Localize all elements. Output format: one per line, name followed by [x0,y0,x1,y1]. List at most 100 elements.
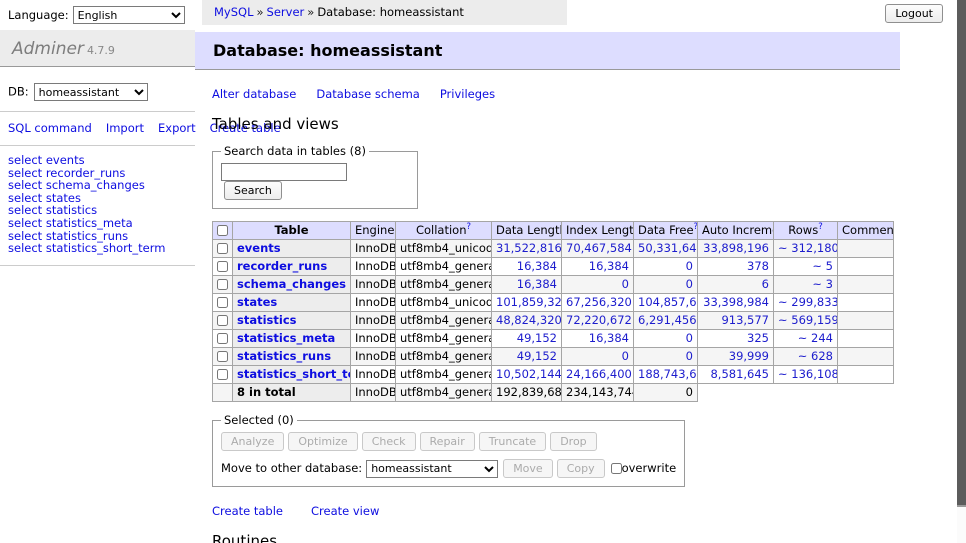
sidebar-table-link[interactable]: select schema_changes [8,179,187,192]
rows-link[interactable]: ~ 312,180 [778,241,838,255]
create-table-link[interactable]: Create table [212,504,283,518]
sidebar-table-link[interactable]: select events [8,154,187,167]
table-name-link[interactable]: recorder_runs [237,259,327,273]
data-length-link[interactable]: 10,502,144 [496,367,562,381]
table-name-link[interactable]: statistics_runs [237,349,331,363]
table-name-cell: schema_changes [233,276,351,294]
analyze-button[interactable]: Analyze [221,432,284,451]
db-select[interactable]: homeassistant [34,83,148,101]
move-row: Move to other database:homeassistantMove… [221,459,676,478]
index-length-link[interactable]: 24,166,400 [566,367,632,381]
move-button[interactable]: Move [503,459,553,478]
select-all-checkbox[interactable] [217,225,228,236]
table-name-cell: events [233,240,351,258]
rows-link[interactable]: ~ 5 [812,259,833,273]
column-header-label: Data Free [638,223,694,237]
optimize-button[interactable]: Optimize [288,432,357,451]
rows-link[interactable]: ~ 3 [812,277,833,291]
language-select[interactable]: English [73,6,185,24]
row-checkbox[interactable] [217,315,228,326]
row-checkbox[interactable] [217,333,228,344]
sidebar-action-import[interactable]: Import [106,121,144,135]
index-length-link[interactable]: 16,384 [589,331,629,345]
data-free-link[interactable]: 104,857,600 [638,295,698,309]
nav-link-privileges[interactable]: Privileges [440,87,495,101]
move-db-select[interactable]: homeassistant [366,460,498,478]
logout-button[interactable]: Logout [885,4,943,23]
truncate-button[interactable]: Truncate [479,432,546,451]
sidebar-action-export[interactable]: Export [158,121,196,135]
table-name-link[interactable]: states [237,295,277,309]
auto-increment-link[interactable]: 33,898,196 [703,241,769,255]
data-length-link[interactable]: 31,522,816 [496,241,562,255]
create-view-link[interactable]: Create view [311,504,379,518]
index-length-link[interactable]: 16,384 [589,259,629,273]
auto-increment-link[interactable]: 325 [747,331,769,345]
index-length-link[interactable]: 70,467,584 [566,241,632,255]
breadcrumb-link[interactable]: MySQL [214,5,254,19]
scrollbar-thumb[interactable] [957,0,966,507]
data-free-link[interactable]: 188,743,680 [638,367,698,381]
row-checkbox[interactable] [217,351,228,362]
index-length-link[interactable]: 0 [622,277,629,291]
row-checkbox[interactable] [217,279,228,290]
rows-link[interactable]: ~ 244 [798,331,833,345]
row-checkbox[interactable] [217,369,228,380]
check-button[interactable]: Check [362,432,416,451]
vertical-scrollbar[interactable] [957,0,966,543]
db-label: DB: [8,85,29,99]
auto-increment-link[interactable]: 8,581,645 [710,367,769,381]
index-length-link[interactable]: 67,256,320 [566,295,632,309]
search-fieldset: Search data in tables (8) Search [212,144,418,209]
data-free-link[interactable]: 0 [686,349,693,363]
breadcrumb-link[interactable]: Server [267,5,305,19]
overwrite-checkbox[interactable] [611,463,622,474]
column-help-link[interactable]: ? [467,222,472,232]
data-length-link[interactable]: 101,859,328 [496,295,562,309]
drop-button[interactable]: Drop [550,432,596,451]
data-free-link[interactable]: 6,291,456 [638,313,697,327]
row-checkbox[interactable] [217,261,228,272]
rows-link[interactable]: ~ 136,108 [778,367,838,381]
repair-button[interactable]: Repair [420,432,475,451]
sidebar-action-sql-command[interactable]: SQL command [8,121,92,135]
sidebar-table-links: select eventsselect recorder_runsselect … [0,146,195,266]
data-free-link[interactable]: 50,331,648 [638,241,698,255]
table-name-link[interactable]: events [237,241,281,255]
copy-button[interactable]: Copy [557,459,605,478]
data-free-link[interactable]: 0 [686,259,693,273]
data-length-link[interactable]: 49,152 [517,331,557,345]
row-checkbox[interactable] [217,243,228,254]
auto-increment-link[interactable]: 913,577 [721,313,769,327]
table-name-link[interactable]: statistics_meta [237,331,335,345]
data-length-link[interactable]: 16,384 [517,277,557,291]
sidebar-table-link[interactable]: select statistics_short_term [8,242,187,255]
table-name-link[interactable]: statistics [237,313,297,327]
column-help-link[interactable]: ? [818,222,823,232]
index-length-link[interactable]: 0 [622,349,629,363]
data-free-link[interactable]: 0 [686,277,693,291]
auto-increment-link[interactable]: 6 [762,277,769,291]
search-input[interactable] [221,163,347,181]
index-length-link[interactable]: 72,220,672 [566,313,632,327]
auto-increment-link[interactable]: 378 [747,259,769,273]
data-length-link[interactable]: 48,824,320 [496,313,562,327]
search-button[interactable]: Search [224,181,282,200]
auto-increment-link[interactable]: 33,398,984 [703,295,769,309]
comment-cell [838,312,894,330]
data-free-link[interactable]: 0 [686,331,693,345]
table-name-link[interactable]: schema_changes [237,277,346,291]
data-length-link[interactable]: 16,384 [517,259,557,273]
nav-link-database-schema[interactable]: Database schema [316,87,419,101]
auto-increment-link[interactable]: 39,999 [729,349,769,363]
sidebar-table-link[interactable]: select statistics_meta [8,217,187,230]
rows-link[interactable]: ~ 628 [798,349,833,363]
row-checkbox[interactable] [217,297,228,308]
nav-link-alter-database[interactable]: Alter database [212,87,296,101]
table-name-link[interactable]: statistics_short_term [237,367,351,381]
data-length-link[interactable]: 49,152 [517,349,557,363]
rows-cell: ~ 299,833 [774,294,838,312]
column-help-link[interactable]: ? [694,222,698,232]
rows-link[interactable]: ~ 569,159 [778,313,838,327]
rows-link[interactable]: ~ 299,833 [778,295,838,309]
